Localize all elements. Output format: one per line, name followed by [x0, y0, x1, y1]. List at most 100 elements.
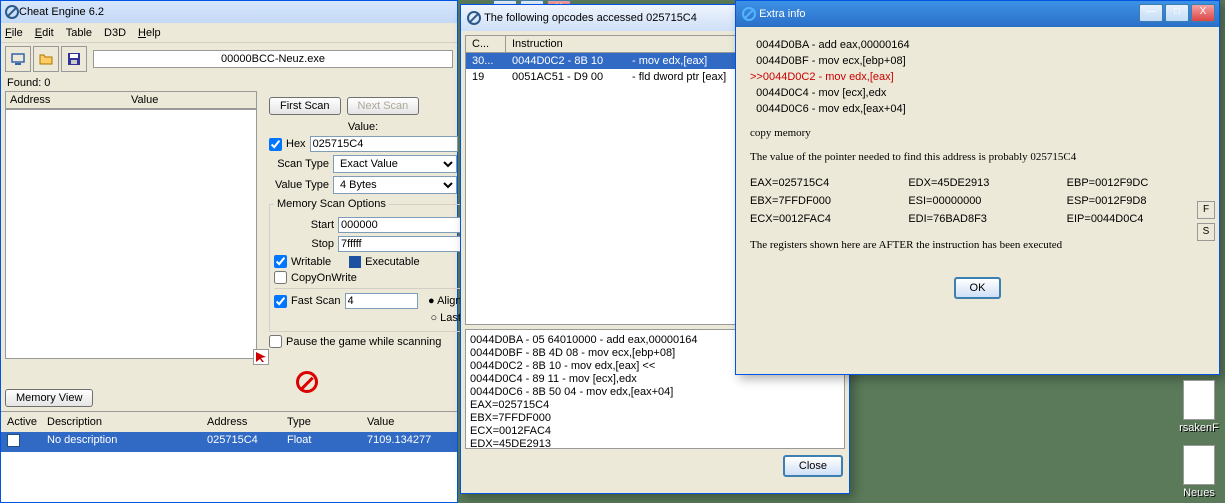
col-desc[interactable]: Description [41, 414, 201, 430]
op-text: - fld dword ptr [eax] [626, 70, 732, 84]
ok-button[interactable]: OK [954, 277, 1002, 299]
col-type[interactable]: Type [281, 414, 361, 430]
scan-panel: First Scan Next Scan Value: Hex Scan Typ… [269, 97, 457, 351]
row-active-checkbox[interactable] [7, 434, 20, 447]
detail-line: 0044D0C6 - 8B 50 04 - mov edx,[eax+04] [470, 386, 840, 399]
scantype-label: Scan Type [269, 158, 329, 170]
row-desc: No description [41, 432, 201, 452]
cheat-engine-window: Cheat Engine 6.2 File Edit Table D3D Hel… [0, 0, 458, 503]
table-empty[interactable] [1, 452, 457, 502]
address-table: Active Description Address Type Value No… [1, 411, 457, 502]
close-button[interactable]: Close [783, 455, 843, 477]
asm-line: 0044D0C4 - mov [ecx],edx [750, 85, 1205, 101]
valuetype-label: Value Type [269, 179, 329, 191]
reg-ecx: ECX=0012FAC4 [750, 211, 888, 227]
cow-label: CopyOnWrite [291, 272, 357, 284]
row-val: 7109.134277 [361, 432, 457, 452]
max-button[interactable]: □ [1165, 4, 1189, 22]
hex-label: Hex [286, 138, 306, 150]
results-list[interactable] [5, 109, 257, 359]
app-icon [5, 5, 19, 19]
first-scan-button[interactable]: First Scan [269, 97, 341, 115]
asm-line: 0044D0C6 - mov edx,[eax+04] [750, 101, 1205, 117]
memory-scan-options: Memory Scan Options Start Stop Writable … [269, 198, 491, 332]
cow-checkbox[interactable] [274, 271, 287, 284]
pause-checkbox[interactable] [269, 335, 282, 348]
writable-checkbox[interactable] [274, 255, 287, 268]
op-text: - mov edx,[eax] [626, 54, 713, 68]
start-label: Start [274, 219, 334, 231]
pause-label: Pause the game while scanning [286, 336, 441, 348]
writable-label: Writable [291, 256, 331, 268]
pointer-tool-icon[interactable] [253, 349, 269, 365]
col-address[interactable]: Address [10, 94, 131, 106]
folder-icon [38, 51, 54, 67]
open-file-button[interactable] [33, 46, 59, 72]
pointer-message: The value of the pointer needed to find … [750, 149, 1205, 165]
desktop-icon[interactable]: rsakenF [1179, 380, 1219, 434]
desktop-icon-label: rsakenF [1179, 422, 1219, 434]
col-count[interactable]: C... [466, 36, 506, 52]
opcodes-title: The following opcodes accessed 025715C4 [484, 12, 697, 24]
min-button[interactable]: — [1139, 4, 1163, 22]
menu-file[interactable]: File [5, 27, 23, 39]
extra-info-titlebar[interactable]: Extra info — □ X [736, 1, 1219, 27]
menubar: File Edit Table D3D Help [1, 23, 457, 43]
op-addr: 0051AC51 - D9 00 [506, 70, 626, 84]
reg-esp: ESP=0012F9D8 [1067, 193, 1205, 209]
reg-eax: EAX=025715C4 [750, 175, 888, 191]
reg-ebx: EBX=7FFDF000 [750, 193, 888, 209]
menu-edit[interactable]: Edit [35, 27, 54, 39]
hex-checkbox[interactable] [269, 138, 282, 151]
bottom-panel: Memory View Active Description Address T… [1, 385, 457, 502]
fastscan-checkbox[interactable] [274, 295, 287, 308]
col-addr[interactable]: Address [201, 414, 281, 430]
extra-info-title: Extra info [759, 8, 805, 20]
titlebar[interactable]: Cheat Engine 6.2 [1, 1, 457, 23]
memory-view-button[interactable]: Memory View [5, 389, 93, 407]
op-count: 30... [466, 54, 506, 68]
table-row[interactable]: No description 025715C4 Float 7109.13427… [1, 432, 457, 452]
asm-line: 0044D0BF - mov ecx,[ebp+08] [750, 53, 1205, 69]
open-process-button[interactable] [5, 46, 31, 72]
valuetype-select[interactable]: 4 Bytes [333, 176, 457, 194]
col-active[interactable]: Active [1, 414, 41, 430]
scantype-select[interactable]: Exact Value [333, 155, 457, 173]
table-header: Active Description Address Type Value [1, 412, 457, 432]
exec-checkbox[interactable] [349, 256, 361, 268]
menu-d3d[interactable]: D3D [104, 27, 126, 39]
results-header: Address Value [5, 91, 257, 109]
app-icon [742, 7, 756, 21]
extra-info-footer: OK [736, 271, 1219, 305]
s-button[interactable]: S [1197, 223, 1215, 241]
close-button[interactable]: X [1191, 4, 1215, 22]
found-label: Found: 0 [1, 75, 457, 91]
desktop-icon-label: Neues [1183, 487, 1215, 499]
save-button[interactable] [61, 46, 87, 72]
col-value[interactable]: Value [131, 94, 252, 106]
desktop-icon[interactable]: Neues [1179, 445, 1219, 499]
fastscan-label: Fast Scan [291, 295, 341, 307]
col-val[interactable]: Value [361, 414, 457, 430]
computer-icon [10, 51, 26, 67]
f-button[interactable]: F [1197, 201, 1215, 219]
file-icon [1183, 380, 1215, 420]
reg-eip: EIP=0044D0C4 [1067, 211, 1205, 227]
fastscan-value[interactable] [345, 293, 418, 309]
value-label: Value: [269, 121, 457, 133]
value-input[interactable] [310, 136, 458, 152]
reg-ebp: EBP=0012F9DC [1067, 175, 1205, 191]
registers: EAX=025715C4 EDX=45DE2913 EBP=0012F9DC E… [750, 175, 1205, 227]
reg-edx: EDX=45DE2913 [908, 175, 1046, 191]
menu-help[interactable]: Help [138, 27, 161, 39]
process-name: 00000BCC-Neuz.exe [221, 53, 325, 65]
menu-table[interactable]: Table [66, 27, 92, 39]
detail-line: EAX=025715C4 [470, 399, 840, 412]
reg-esi: ESI=00000000 [908, 193, 1046, 209]
registers-note: The registers shown here are AFTER the i… [750, 237, 1205, 253]
op-addr: 0044D0C2 - 8B 10 [506, 54, 626, 68]
detail-line: ECX=0012FAC4 [470, 425, 840, 438]
process-display[interactable]: 00000BCC-Neuz.exe [93, 50, 453, 68]
extra-info-window: Extra info — □ X 0044D0BA - add eax,0000… [735, 0, 1220, 375]
file-icon [1183, 445, 1215, 485]
